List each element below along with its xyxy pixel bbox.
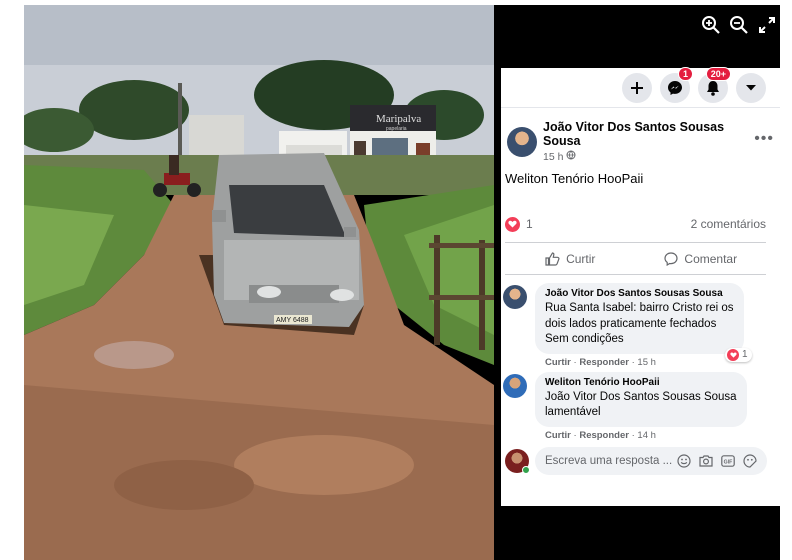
comment-time[interactable]: 15 h (637, 357, 656, 368)
create-button[interactable] (622, 72, 652, 103)
user-avatar[interactable] (505, 448, 530, 474)
like-label: Curtir (566, 251, 596, 266)
comment-line: Sem condições (545, 333, 624, 345)
messenger-icon (668, 80, 682, 95)
comment-author[interactable]: João Vitor Dos Santos Sousas Sousa (545, 288, 734, 299)
photo-scene: Maripalva papelaria AMY 6488 (24, 5, 494, 560)
shop-sign-text: Maripalva (376, 113, 421, 125)
comment-reactions[interactable]: 1 (725, 347, 752, 362)
comment: Weliton Tenório HooPaii João Vitor Dos S… (503, 371, 776, 441)
love-reaction-icon (727, 348, 739, 361)
comment-label: Comentar (684, 251, 738, 266)
post-actions: Curtir Comentar (505, 242, 766, 275)
like-button[interactable]: Curtir (505, 243, 636, 274)
comment-reaction-count: 1 (742, 349, 748, 360)
sticker-icon[interactable] (741, 452, 759, 470)
post-photo[interactable]: Maripalva papelaria AMY 6488 (24, 5, 494, 560)
thumbs-up-icon (545, 251, 560, 266)
comment-author[interactable]: Weliton Tenório HooPaii (545, 377, 737, 388)
post-author[interactable]: João Vitor Dos Santos Sousas Sousa (543, 120, 754, 148)
comment-button[interactable]: Comentar (636, 243, 767, 274)
comment-reply-link[interactable]: Responder (579, 357, 629, 368)
comment-mention[interactable]: João Vitor Dos Santos Sousas Sousa (545, 390, 737, 406)
comment-line: dois lados praticamente fechados (545, 317, 717, 330)
comment-line: Rua Santa Isabel: bairro Cristo rei os (545, 302, 734, 314)
bell-icon (707, 80, 719, 96)
online-status-dot (522, 465, 530, 474)
post-stats: 1 2 comentários (501, 214, 780, 234)
author-avatar[interactable] (507, 126, 537, 157)
shop-sign-subtext: papelaria (386, 126, 407, 132)
reply-composer: GIF (503, 446, 776, 475)
comment-actions: Curtir · Responder · 15 h (545, 356, 656, 368)
caret-down-icon (746, 84, 756, 90)
comment-text: Rua Santa Isabel: bairro Cristo rei os d… (545, 301, 734, 348)
comment: João Vitor Dos Santos Sousas Sousa Rua S… (503, 283, 776, 368)
notifications-button[interactable]: 20+ (698, 66, 731, 103)
reply-box: GIF (535, 446, 767, 475)
comment-bubble: Weliton Tenório HooPaii João Vitor Dos S… (535, 371, 747, 427)
comment-bubble: João Vitor Dos Santos Sousas Sousa Rua S… (535, 283, 752, 362)
reaction-count[interactable]: 1 (526, 217, 533, 231)
comment-avatar[interactable] (503, 285, 527, 309)
more-options-icon[interactable]: ••• (754, 130, 774, 148)
comment-text: João Vitor Dos Santos Sousas Sousa lamen… (545, 390, 737, 421)
account-menu-button[interactable] (736, 72, 766, 103)
comment-like-link[interactable]: Curtir (545, 430, 571, 441)
top-bar: 1 20+ (501, 66, 780, 108)
comment-like-link[interactable]: Curtir (545, 357, 571, 368)
gif-icon[interactable]: GIF (719, 452, 737, 470)
messenger-button[interactable]: 1 (660, 66, 693, 103)
globe-icon (566, 150, 576, 163)
license-plate: AMY 6488 (276, 317, 309, 324)
comments-list: João Vitor Dos Santos Sousas Sousa Rua S… (501, 275, 780, 475)
love-reaction-icon[interactable] (505, 216, 520, 232)
viewer-controls (700, 14, 778, 36)
post-text: Weliton Tenório HooPaii (505, 171, 644, 186)
plus-icon (631, 81, 643, 94)
comment-icon (664, 251, 679, 266)
comment-avatar[interactable] (503, 373, 527, 398)
zoom-out-icon[interactable] (728, 14, 750, 36)
emoji-icon[interactable] (675, 452, 693, 470)
svg-text:GIF: GIF (724, 459, 733, 465)
zoom-in-icon[interactable] (700, 14, 722, 36)
comment-time[interactable]: 14 h (637, 430, 656, 441)
reply-input[interactable] (545, 454, 675, 467)
notifications-badge: 20+ (705, 66, 731, 81)
camera-icon[interactable] (697, 452, 715, 470)
post-side-panel: 1 20+ João Vitor Dos Santos Sousas Sousa… (501, 66, 780, 506)
post-time[interactable]: 15 h (543, 151, 563, 163)
comment-reply-link[interactable]: Responder (579, 430, 629, 441)
comment-actions: Curtir · Responder · 14 h (545, 429, 656, 441)
comment-line: lamentável (545, 406, 601, 418)
fullscreen-icon[interactable] (756, 14, 778, 36)
messenger-badge: 1 (677, 66, 693, 81)
post-header: João Vitor Dos Santos Sousas Sousa 15 h … (501, 108, 780, 163)
comment-count[interactable]: 2 comentários (691, 217, 766, 231)
